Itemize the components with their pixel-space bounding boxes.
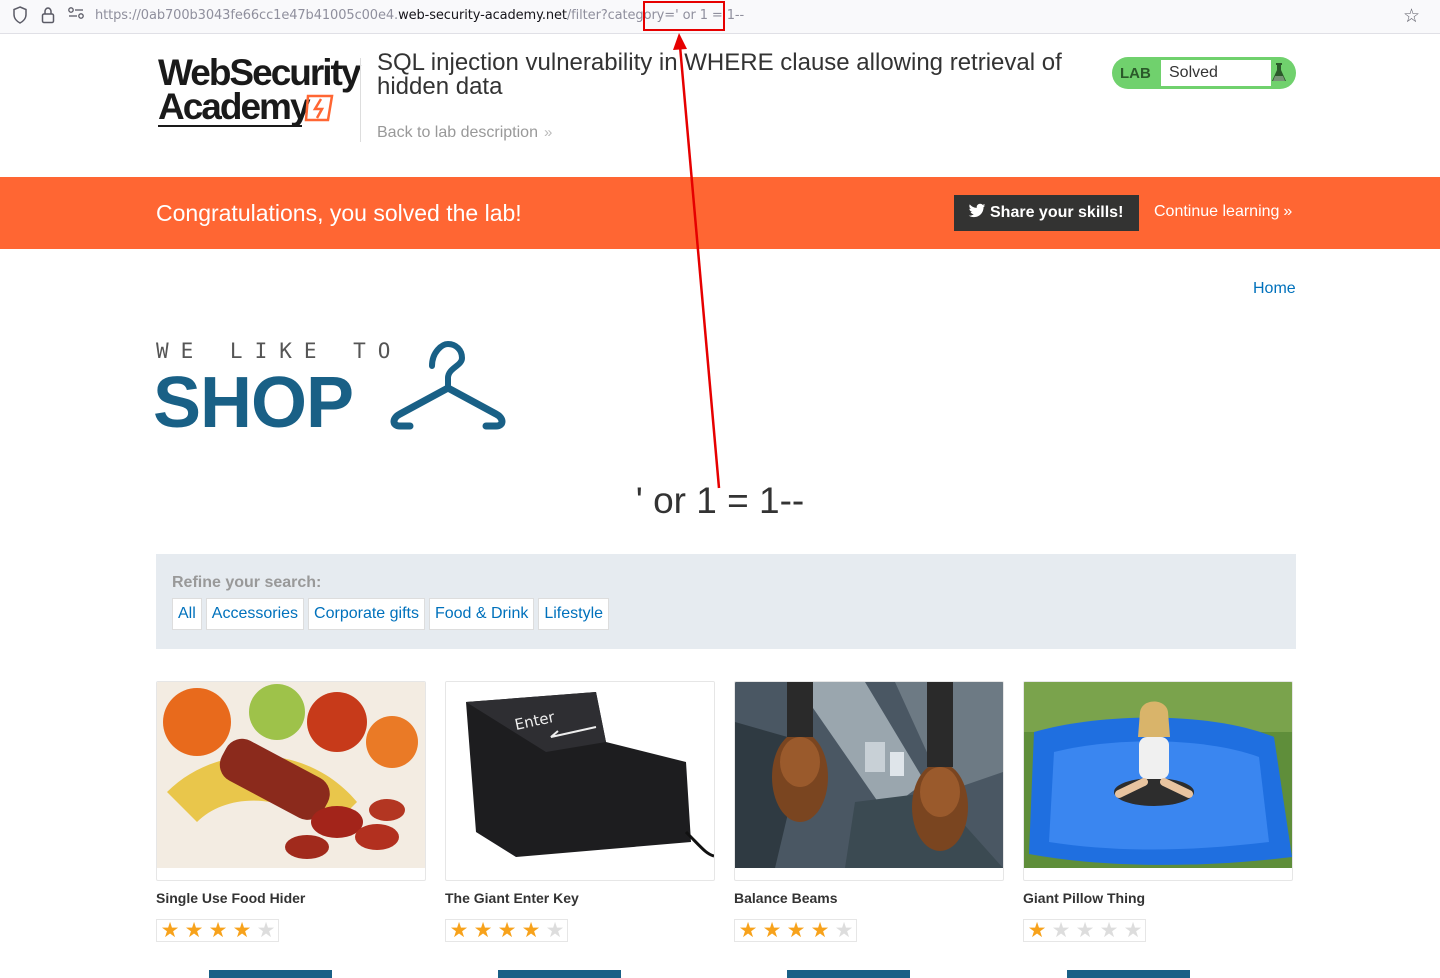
url-prefix: https://0ab700b3043fe66cc1e47b41005c00e4… bbox=[95, 8, 399, 23]
view-details-button[interactable] bbox=[498, 970, 621, 978]
shop-word: SHOP bbox=[153, 363, 354, 443]
logo-line2: Academy bbox=[158, 86, 311, 127]
lab-title: SQL injection vulnerability in WHERE cla… bbox=[377, 49, 1062, 100]
hanger-icon bbox=[390, 340, 506, 430]
rating-stars: ★ ★ ★ ★ ★ bbox=[734, 919, 857, 942]
url-host: web-security-academy.net bbox=[398, 8, 567, 23]
refine-label: Refine your search: bbox=[172, 574, 322, 591]
congrats-message: Congratulations, you solved the lab! bbox=[156, 200, 522, 226]
solved-banner: Congratulations, you solved the lab! Sha… bbox=[0, 177, 1440, 249]
logo-underline bbox=[158, 125, 302, 127]
category-accessories[interactable]: Accessories bbox=[205, 598, 305, 630]
twitter-icon bbox=[968, 203, 986, 218]
rating-stars: ★ ★ ★ ★ ★ bbox=[445, 919, 568, 942]
share-skills-label: Share your skills! bbox=[990, 204, 1124, 221]
double-chevron-right-icon: » bbox=[1283, 203, 1293, 220]
star-icon: ★ bbox=[256, 919, 276, 942]
product-card: Balance Beams ★ ★ ★ ★ ★ bbox=[734, 681, 1004, 942]
category-food-drink[interactable]: Food & Drink bbox=[428, 598, 535, 630]
lock-icon[interactable] bbox=[38, 6, 58, 26]
refine-search-panel: Refine your search: All Accessories Corp… bbox=[156, 554, 1296, 649]
shield-icon[interactable] bbox=[10, 6, 30, 26]
star-icon: ★ bbox=[1051, 919, 1071, 942]
star-icon: ★ bbox=[232, 919, 252, 942]
lab-badge: LAB bbox=[1120, 65, 1151, 82]
flask-icon bbox=[1272, 63, 1286, 81]
star-icon: ★ bbox=[545, 919, 565, 942]
share-skills-button[interactable]: Share your skills! bbox=[954, 195, 1139, 231]
double-chevron-right-icon: » bbox=[543, 124, 553, 141]
lab-status-widget: LAB Solved bbox=[1112, 57, 1296, 89]
header-divider bbox=[360, 58, 361, 142]
url-highlight-box bbox=[643, 1, 725, 31]
shop-tagline: WE LIKE TO bbox=[156, 339, 403, 363]
lab-state: Solved bbox=[1160, 59, 1272, 87]
star-icon: ★ bbox=[160, 919, 180, 942]
star-icon: ★ bbox=[738, 919, 758, 942]
view-details-button[interactable] bbox=[1067, 970, 1190, 978]
category-corporate-gifts[interactable]: Corporate gifts bbox=[308, 598, 425, 630]
product-image[interactable] bbox=[734, 681, 1004, 881]
browser-url-bar: https://0ab700b3043fe66cc1e47b41005c00e4… bbox=[0, 0, 1440, 34]
star-icon: ★ bbox=[1075, 919, 1095, 942]
product-name: Giant Pillow Thing bbox=[1023, 890, 1146, 906]
star-icon: ★ bbox=[834, 919, 854, 942]
back-to-lab-description-link[interactable]: Back to lab description » bbox=[377, 124, 552, 142]
permissions-icon[interactable] bbox=[66, 6, 86, 26]
product-image[interactable]: Enter bbox=[445, 681, 715, 881]
product-name: The Giant Enter Key bbox=[445, 890, 579, 906]
category-filters: All Accessories Corporate gifts Food & D… bbox=[172, 598, 610, 630]
product-image[interactable] bbox=[156, 681, 426, 881]
star-icon: ★ bbox=[497, 919, 517, 942]
product-card: Giant Pillow Thing ★ ★ ★ ★ ★ bbox=[1023, 681, 1293, 942]
web-security-academy-logo[interactable]: WebSecurity Academy bbox=[158, 54, 361, 134]
star-icon: ★ bbox=[449, 919, 469, 942]
product-image[interactable] bbox=[1023, 681, 1293, 881]
view-details-button[interactable] bbox=[209, 970, 332, 978]
product-name: Single Use Food Hider bbox=[156, 890, 306, 906]
view-details-button[interactable] bbox=[787, 970, 910, 978]
star-icon: ★ bbox=[1027, 919, 1047, 942]
product-card: Single Use Food Hider ★ ★ ★ ★ ★ bbox=[156, 681, 426, 942]
category-all[interactable]: All bbox=[172, 598, 202, 630]
rating-stars: ★ ★ ★ ★ ★ bbox=[1023, 919, 1146, 942]
home-link[interactable]: Home bbox=[1253, 280, 1296, 298]
continue-learning-label: Continue learning bbox=[1154, 203, 1280, 220]
star-icon: ★ bbox=[473, 919, 493, 942]
star-icon: ★ bbox=[1123, 919, 1143, 942]
star-icon: ★ bbox=[184, 919, 204, 942]
star-icon: ★ bbox=[208, 919, 228, 942]
product-card: Enter The Giant Enter Key ★ ★ ★ ★ ★ bbox=[445, 681, 715, 942]
category-lifestyle[interactable]: Lifestyle bbox=[538, 598, 610, 630]
star-icon: ★ bbox=[521, 919, 541, 942]
rating-stars: ★ ★ ★ ★ ★ bbox=[156, 919, 279, 942]
star-icon: ★ bbox=[786, 919, 806, 942]
star-icon: ★ bbox=[1099, 919, 1119, 942]
star-icon: ★ bbox=[810, 919, 830, 942]
back-link-label: Back to lab description bbox=[377, 124, 538, 141]
product-name: Balance Beams bbox=[734, 890, 838, 906]
star-icon: ★ bbox=[762, 919, 782, 942]
academy-lightning-icon bbox=[304, 94, 334, 122]
search-result-heading: ' or 1 = 1-- bbox=[635, 480, 805, 521]
continue-learning-link[interactable]: Continue learning» bbox=[1154, 203, 1292, 221]
bookmark-star-icon[interactable]: ☆ bbox=[1403, 5, 1420, 28]
